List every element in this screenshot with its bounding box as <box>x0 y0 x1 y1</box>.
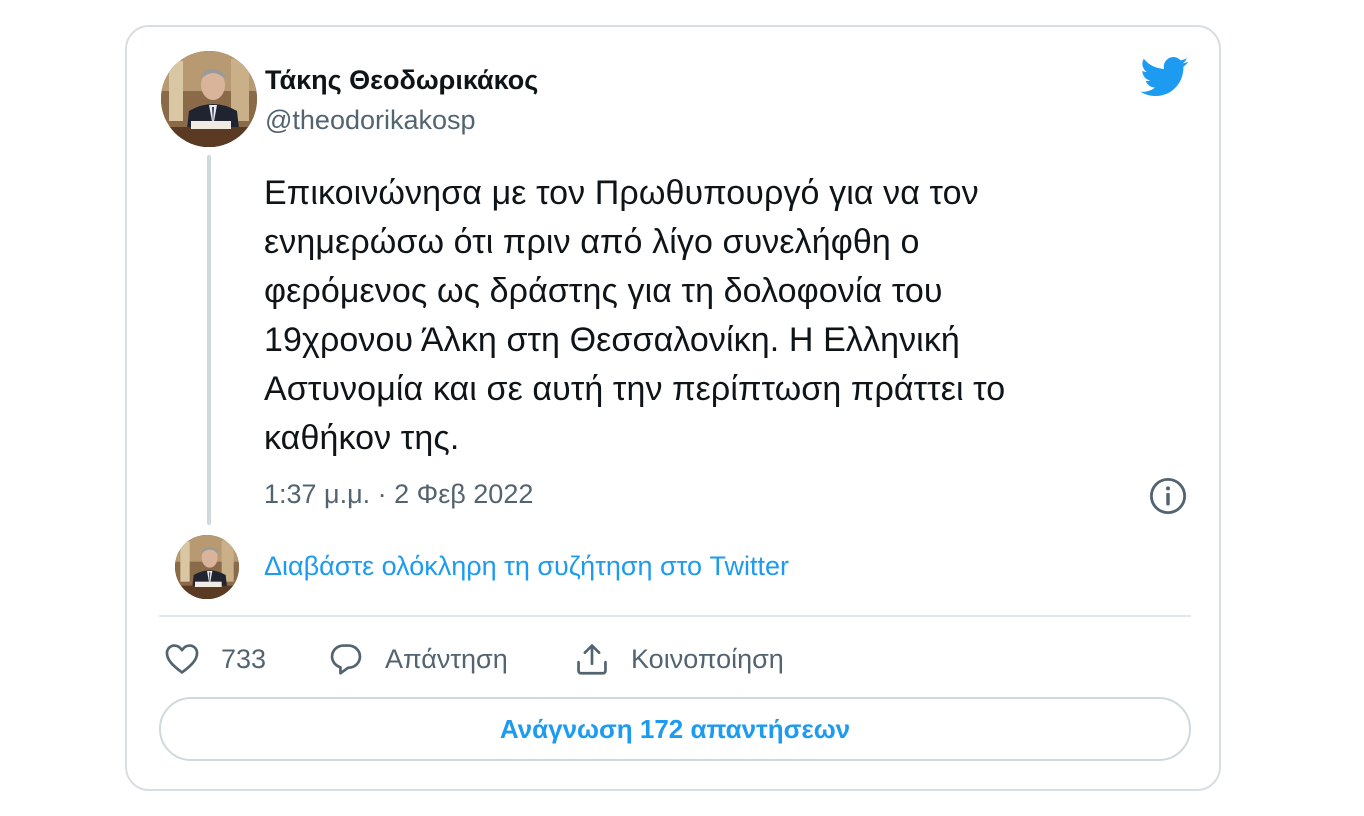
tweet-text-line: 19χρονου Άλκη στη Θεσσαλονίκη. Η Ελληνικ… <box>264 321 960 359</box>
share-icon <box>577 644 607 675</box>
tweet-text-line: ενημερώσω ότι πριν από λίγο συνελήφθη ο <box>264 223 920 261</box>
info-icon[interactable] <box>1149 477 1187 515</box>
read-replies-button[interactable]: Ανάγνωση 172 απαντήσεων <box>159 697 1191 761</box>
author-name[interactable]: Τάκης Θεοδωρικάκος <box>265 65 538 96</box>
tweet-timestamp[interactable]: 1:37 μ.μ. · 2 Φεβ 2022 <box>264 479 533 510</box>
divider <box>159 615 1191 617</box>
share-label: Κοινοποίηση <box>631 643 784 674</box>
share-button[interactable]: Κοινοποίηση <box>573 637 784 681</box>
author-handle[interactable]: @theodorikakosp <box>265 105 476 136</box>
heart-icon <box>165 644 199 674</box>
reply-button[interactable]: Απάντηση <box>327 637 508 681</box>
like-count: 733 <box>221 643 267 674</box>
author-avatar[interactable] <box>161 51 257 147</box>
tweet-text-line: Επικοινώνησα με τον Πρωθυπουργό για να τ… <box>264 174 979 212</box>
reply-label: Απάντηση <box>385 643 508 674</box>
thread-avatar[interactable] <box>175 535 239 599</box>
like-button[interactable]: 733 <box>163 637 266 681</box>
tweet-card: Τάκης Θεοδωρικάκος @theodorikakosp Επικο… <box>125 25 1221 791</box>
tweet-text-line: καθήκον της. <box>264 419 460 457</box>
twitter-bird-icon[interactable] <box>1141 57 1189 97</box>
avatar-photo <box>161 51 257 147</box>
avatar-photo <box>175 535 239 599</box>
tweet-text-line: Αστυνομία και σε αυτή την περίπτωση πράτ… <box>264 370 1006 408</box>
thread-line <box>207 155 211 525</box>
tweet-text-line: φερόμενος ως δράστης για τη δολοφονία το… <box>264 272 943 310</box>
tweet-text: Επικοινώνησα με τον Πρωθυπουργό για να τ… <box>264 169 1164 463</box>
read-thread-link[interactable]: Διαβάστε ολόκληρη τη συζήτηση στο Twitte… <box>264 551 789 582</box>
speech-bubble-icon <box>330 644 362 675</box>
